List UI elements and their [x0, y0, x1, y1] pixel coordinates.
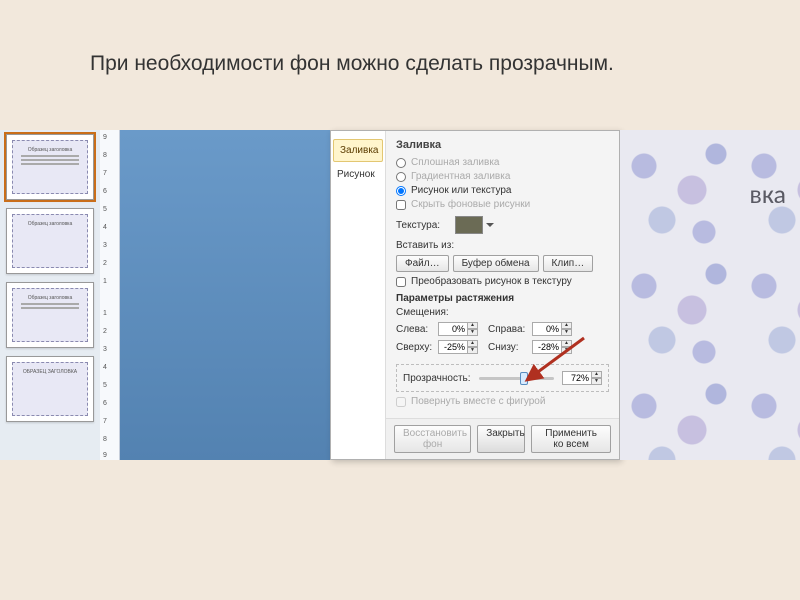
offset-top-label: Сверху: [396, 342, 434, 353]
offset-top-spin[interactable]: ▲▼ [438, 340, 478, 354]
transparency-slider[interactable] [479, 377, 554, 380]
radio-solid-fill[interactable]: Сплошная заливка [396, 157, 609, 168]
dialog-button-bar: Восстановить фон Закрыть Применить ко вс… [386, 418, 619, 459]
insert-file-button[interactable]: Файл… [396, 255, 449, 272]
tab-picture[interactable]: Рисунок [331, 164, 385, 185]
panel-heading: Заливка [396, 139, 609, 151]
insert-clipboard-button[interactable]: Буфер обмена [453, 255, 539, 272]
transparency-label: Прозрачность: [403, 373, 471, 384]
transparency-row: Прозрачность: ▲▼ [396, 364, 609, 392]
stretch-options-header: Параметры растяжения [396, 293, 609, 304]
offset-right-label: Справа: [488, 324, 528, 335]
radio-gradient-fill[interactable]: Градиентная заливка [396, 171, 609, 182]
insert-from-label: Вставить из: [396, 240, 609, 251]
insert-clipart-button[interactable]: Клип… [543, 255, 594, 272]
texture-dropdown[interactable] [455, 216, 483, 234]
radio-picture-fill[interactable]: Рисунок или текстура [396, 185, 609, 196]
apply-all-button[interactable]: Применить ко всем [531, 425, 611, 453]
slide-thumbnails: Образец заголовка Образец заголовка Обра… [0, 130, 100, 460]
slide-thumb-1[interactable]: Образец заголовка [6, 134, 94, 200]
format-background-dialog: Заливка Рисунок Заливка Сплошная заливка… [330, 130, 620, 460]
fill-panel: Заливка Сплошная заливка Градиентная зал… [386, 131, 619, 459]
slide-title-fragment: вка [749, 178, 786, 210]
offset-right-spin[interactable]: ▲▼ [532, 322, 572, 336]
slide-preview-floral: вка [620, 130, 800, 460]
transparency-spin[interactable]: ▲▼ [562, 371, 602, 385]
slide-thumb-2[interactable]: Образец заголовка [6, 208, 94, 274]
offset-bottom-spin[interactable]: ▲▼ [532, 340, 572, 354]
check-rotate-with-shape: Повернуть вместе с фигурой [396, 396, 609, 407]
slide-thumb-4[interactable]: ОБРАЗЕЦ ЗАГОЛОВКА [6, 356, 94, 422]
dialog-tabs: Заливка Рисунок [331, 131, 386, 459]
slide-canvas [120, 130, 330, 460]
texture-label: Текстура: [396, 220, 451, 231]
slider-knob[interactable] [520, 372, 528, 385]
check-tile-picture[interactable]: Преобразовать рисунок в текстуру [396, 276, 609, 287]
app-screenshot: Образец заголовка Образец заголовка Обра… [0, 130, 800, 460]
offsets-label: Смещения: [396, 307, 609, 318]
close-button[interactable]: Закрыть [477, 425, 525, 453]
vertical-ruler: 9 8 7 6 5 4 3 2 1 1 2 3 4 5 6 7 8 9 [100, 130, 120, 460]
check-hide-bg[interactable]: Скрыть фоновые рисунки [396, 199, 609, 210]
slide-thumb-3[interactable]: Образец заголовка [6, 282, 94, 348]
offset-left-spin[interactable]: ▲▼ [438, 322, 478, 336]
offset-left-label: Слева: [396, 324, 434, 335]
page-title: При необходимости фон можно сделать проз… [90, 50, 740, 77]
tab-fill[interactable]: Заливка [333, 139, 383, 162]
offset-bottom-label: Снизу: [488, 342, 528, 353]
restore-bg-button[interactable]: Восстановить фон [394, 425, 471, 453]
